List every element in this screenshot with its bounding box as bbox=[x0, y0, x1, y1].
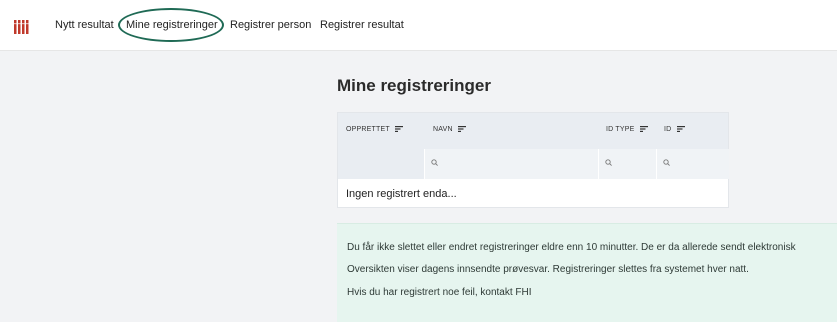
col-header-label: ID bbox=[664, 126, 672, 133]
col-header-navn[interactable]: NAVN bbox=[433, 126, 466, 133]
active-nav-highlight-ring bbox=[118, 8, 224, 42]
sort-icon[interactable] bbox=[639, 126, 648, 133]
nav-registrer-resultat[interactable]: Registrer resultat bbox=[320, 19, 404, 31]
col-header-id[interactable]: ID bbox=[664, 126, 685, 133]
search-icon bbox=[663, 159, 670, 166]
col-header-opprettet[interactable]: OPPRETTET bbox=[346, 126, 403, 133]
sort-icon[interactable] bbox=[676, 126, 685, 133]
col-header-label: OPPRETTET bbox=[346, 126, 390, 133]
search-icon bbox=[431, 159, 438, 166]
page-title: Mine registreringer bbox=[337, 76, 491, 95]
info-line: Du får ikke slettet eller endret registr… bbox=[347, 242, 796, 253]
info-box: Du får ikke slettet eller endret registr… bbox=[337, 223, 837, 322]
id-filter-input[interactable] bbox=[656, 149, 729, 179]
col-header-id-type[interactable]: ID TYPE bbox=[606, 126, 648, 133]
test-tubes-icon[interactable] bbox=[14, 20, 30, 34]
registrations-table: OPPRETTET NAVN ID TYPE ID Ingen registre… bbox=[337, 112, 729, 208]
search-icon bbox=[605, 159, 612, 166]
table-empty-message: Ingen registrert enda... bbox=[346, 188, 457, 200]
sort-icon[interactable] bbox=[394, 126, 403, 133]
col-header-label: ID TYPE bbox=[606, 126, 635, 133]
info-line: Oversikten viser dagens innsendte prøves… bbox=[347, 264, 749, 275]
top-navbar: Nytt resultat Mine registreringer Regist… bbox=[0, 0, 837, 51]
nav-nytt-resultat[interactable]: Nytt resultat bbox=[55, 19, 114, 31]
nav-registrer-person[interactable]: Registrer person bbox=[230, 19, 311, 31]
col-header-label: NAVN bbox=[433, 126, 453, 133]
navn-filter-input[interactable] bbox=[424, 149, 598, 179]
id-type-filter-input[interactable] bbox=[598, 149, 656, 179]
sort-icon[interactable] bbox=[457, 126, 466, 133]
info-line: Hvis du har registrert noe feil, kontakt… bbox=[347, 287, 532, 298]
